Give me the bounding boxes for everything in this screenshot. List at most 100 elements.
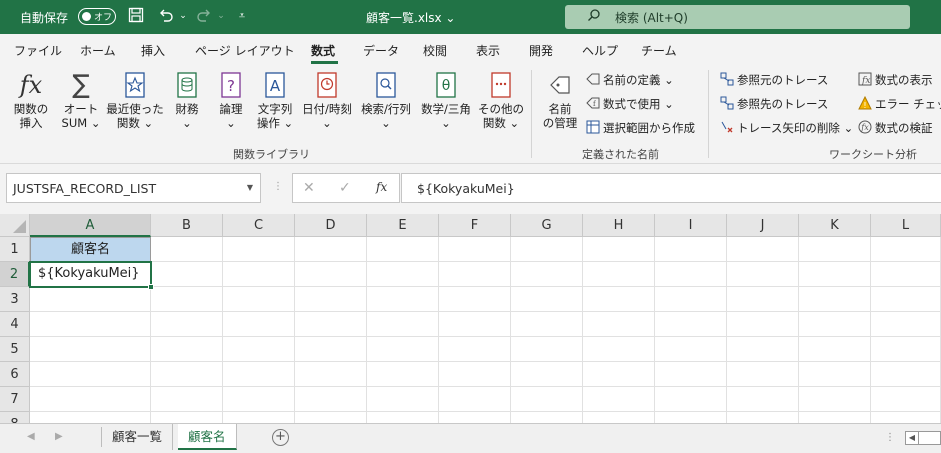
fill-handle[interactable] bbox=[148, 284, 154, 290]
grid-cell[interactable] bbox=[655, 387, 727, 412]
grid-cell[interactable] bbox=[727, 262, 799, 287]
grid-cell[interactable] bbox=[439, 387, 511, 412]
cancel-icon[interactable]: ✕ bbox=[303, 180, 315, 196]
tab-data[interactable]: データ bbox=[363, 42, 399, 59]
grid-cell[interactable] bbox=[583, 312, 655, 337]
column-header-i[interactable]: I bbox=[655, 214, 727, 237]
grid-cell[interactable] bbox=[223, 262, 295, 287]
enter-icon[interactable]: ✓ bbox=[339, 180, 351, 196]
grid-cell[interactable] bbox=[871, 237, 941, 262]
sheet-tab-customer-list[interactable]: 顧客一覧 bbox=[102, 424, 174, 450]
grid-cell[interactable] bbox=[367, 362, 439, 387]
grid-cell[interactable] bbox=[511, 262, 583, 287]
undo-dropdown-icon[interactable]: ⌄ bbox=[174, 7, 192, 25]
grid-cell[interactable] bbox=[511, 287, 583, 312]
grid-cell[interactable] bbox=[151, 287, 223, 312]
grid-cell[interactable] bbox=[439, 337, 511, 362]
grid-cell[interactable] bbox=[727, 412, 799, 423]
text-button[interactable]: A 文字列 操作 ⌄ bbox=[254, 70, 296, 130]
grid-cell[interactable] bbox=[583, 262, 655, 287]
prev-sheet-icon[interactable]: ◀ bbox=[27, 431, 35, 442]
grid-cell[interactable] bbox=[871, 287, 941, 312]
undo-icon[interactable] bbox=[157, 7, 175, 25]
grid-cell[interactable] bbox=[511, 237, 583, 262]
grid-cell[interactable] bbox=[871, 337, 941, 362]
tab-team[interactable]: チーム bbox=[641, 42, 677, 59]
grid-cell[interactable] bbox=[871, 362, 941, 387]
grid-cell[interactable] bbox=[799, 337, 871, 362]
grid-cell[interactable] bbox=[583, 287, 655, 312]
grid-cell[interactable] bbox=[439, 312, 511, 337]
save-icon[interactable] bbox=[127, 7, 145, 25]
grid-cell[interactable] bbox=[30, 412, 151, 423]
error-checking-button[interactable]: !エラー チェック bbox=[858, 95, 941, 113]
tab-home[interactable]: ホーム bbox=[80, 42, 116, 59]
grid-cell[interactable] bbox=[583, 412, 655, 423]
column-header-f[interactable]: F bbox=[439, 214, 511, 237]
grid-cell[interactable] bbox=[871, 312, 941, 337]
grid-cell[interactable] bbox=[151, 412, 223, 423]
grid-cell[interactable] bbox=[511, 337, 583, 362]
insert-function-button[interactable]: fx 関数の 挿入 bbox=[10, 70, 52, 130]
grid-cell[interactable] bbox=[727, 287, 799, 312]
tab-formulas[interactable]: 数式 bbox=[311, 42, 335, 59]
grid-cell[interactable] bbox=[439, 412, 511, 423]
trace-precedents-button[interactable]: 参照元のトレース bbox=[720, 71, 828, 89]
formula-input[interactable]: ${KokyakuMei} bbox=[401, 173, 941, 203]
tab-developer[interactable]: 開発 bbox=[529, 42, 553, 59]
column-header-d[interactable]: D bbox=[295, 214, 367, 237]
grid-cell[interactable] bbox=[511, 412, 583, 423]
row-header-6[interactable]: 6 bbox=[0, 362, 30, 387]
grid-cell[interactable] bbox=[367, 312, 439, 337]
sheet-tab-customer-name[interactable]: 顧客名 bbox=[178, 424, 237, 450]
formula-bar-grip-icon[interactable]: ⋮ bbox=[273, 181, 283, 192]
row-header-7[interactable]: 7 bbox=[0, 387, 30, 412]
grid-cell[interactable] bbox=[295, 262, 367, 287]
show-formulas-button[interactable]: fx 数式の表示 bbox=[858, 71, 933, 89]
math-trig-button[interactable]: θ 数学/三角 ⌄ bbox=[418, 70, 474, 130]
grid-cell[interactable] bbox=[583, 237, 655, 262]
row-header-2[interactable]: 2 bbox=[0, 262, 30, 287]
grid-cell[interactable] bbox=[439, 237, 511, 262]
autosum-button[interactable]: ∑ オート SUM ⌄ bbox=[60, 70, 102, 130]
grid-cell[interactable] bbox=[583, 387, 655, 412]
grid-cell[interactable] bbox=[151, 237, 223, 262]
column-header-g[interactable]: G bbox=[511, 214, 583, 237]
recently-used-button[interactable]: 最近使った 関数 ⌄ bbox=[106, 70, 164, 130]
column-header-l[interactable]: L bbox=[871, 214, 941, 237]
grid-cell[interactable] bbox=[799, 237, 871, 262]
grid-cell[interactable] bbox=[799, 312, 871, 337]
grid-cell[interactable] bbox=[151, 337, 223, 362]
horizontal-scrollbar[interactable] bbox=[919, 431, 941, 445]
grid-cell[interactable] bbox=[295, 362, 367, 387]
grid-cell[interactable] bbox=[223, 237, 295, 262]
grid-cell[interactable] bbox=[583, 362, 655, 387]
grid-cell[interactable] bbox=[871, 387, 941, 412]
evaluate-formula-button[interactable]: fx 数式の検証 bbox=[858, 119, 933, 137]
grid-cell[interactable] bbox=[655, 362, 727, 387]
grid-cell[interactable] bbox=[295, 312, 367, 337]
grid-cell[interactable] bbox=[295, 337, 367, 362]
logical-button[interactable]: ? 論理 ⌄ bbox=[214, 70, 248, 130]
select-all-button[interactable] bbox=[0, 214, 30, 237]
row-header-4[interactable]: 4 bbox=[0, 312, 30, 337]
grid-cell[interactable] bbox=[511, 362, 583, 387]
grid-cell[interactable] bbox=[295, 387, 367, 412]
grid-cell[interactable] bbox=[151, 312, 223, 337]
file-name[interactable]: 顧客一覧.xlsx ⌄ bbox=[366, 9, 455, 26]
tab-view[interactable]: 表示 bbox=[476, 42, 500, 59]
cell-a1[interactable]: 顧客名 bbox=[30, 237, 151, 262]
customize-toolbar-icon[interactable]: ⩡ bbox=[233, 7, 251, 25]
next-sheet-icon[interactable]: ▶ bbox=[55, 431, 63, 442]
grid-cell[interactable] bbox=[295, 237, 367, 262]
grid-cell[interactable] bbox=[799, 362, 871, 387]
grid-cell[interactable] bbox=[223, 337, 295, 362]
row-header-1[interactable]: 1 bbox=[0, 237, 30, 262]
grid-cell[interactable] bbox=[583, 337, 655, 362]
grid-cell[interactable] bbox=[367, 412, 439, 423]
grid-cell[interactable] bbox=[511, 387, 583, 412]
grid-cell[interactable] bbox=[30, 362, 151, 387]
column-header-b[interactable]: B bbox=[151, 214, 223, 237]
grid-cell[interactable] bbox=[151, 362, 223, 387]
column-header-k[interactable]: K bbox=[799, 214, 871, 237]
